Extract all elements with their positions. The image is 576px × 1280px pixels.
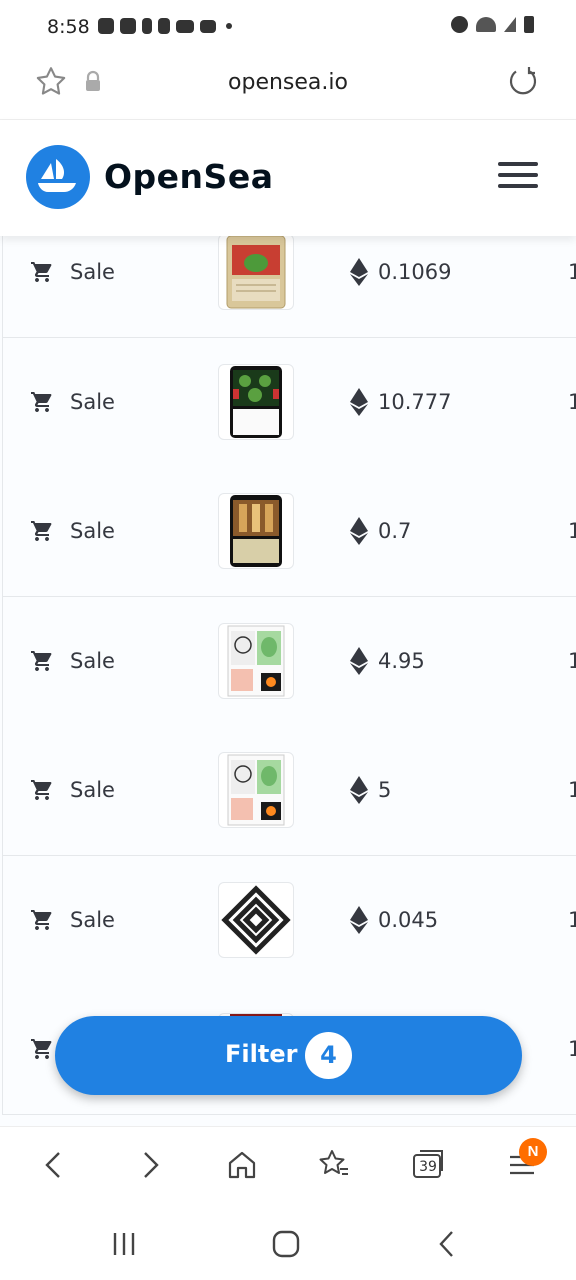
quantity-value: 1	[568, 1037, 576, 1061]
event-type: Sale	[70, 908, 115, 932]
nft-thumbnail[interactable]	[218, 236, 294, 310]
event-type: Sale	[70, 778, 115, 802]
table-row[interactable]: Sale 0.045 1	[2, 856, 576, 986]
table-row[interactable]: Sale 0.7 1	[2, 467, 576, 597]
filter-button[interactable]: Filter 4	[55, 1016, 522, 1095]
filter-count-badge: 4	[305, 1032, 352, 1079]
cart-icon	[31, 392, 52, 412]
tab-count: 39	[419, 1159, 437, 1175]
browser-url-bar: opensea.io	[0, 56, 576, 120]
ethereum-icon	[350, 517, 368, 545]
system-back-icon[interactable]	[432, 1228, 464, 1260]
forward-icon[interactable]	[130, 1145, 170, 1185]
ethereum-icon	[350, 776, 368, 804]
quantity-value: 1	[568, 649, 576, 673]
status-time: 8:58	[47, 16, 90, 38]
quantity-value: 1	[568, 908, 576, 932]
price-value: 0.045	[378, 908, 439, 932]
quantity-value: 1	[568, 778, 576, 802]
brand-name[interactable]: OpenSea	[104, 157, 273, 196]
tabs-icon[interactable]: 39	[408, 1145, 448, 1185]
signal-icon	[504, 17, 516, 32]
notification-icons	[98, 18, 232, 34]
home-button-icon[interactable]	[270, 1228, 302, 1260]
event-type: Sale	[70, 390, 115, 414]
nft-thumbnail[interactable]	[218, 364, 294, 440]
notification-badge: N	[519, 1138, 547, 1166]
wifi-icon	[476, 17, 496, 32]
dot-icon	[226, 23, 232, 29]
tiktok-icon	[158, 18, 170, 34]
price-value: 4.95	[378, 649, 425, 673]
ethereum-icon	[350, 647, 368, 675]
table-row[interactable]: Sale 0.1069 1	[2, 236, 576, 338]
pepe-card-tan-image	[226, 236, 286, 309]
discord-icon	[120, 18, 136, 34]
system-nav-bar	[0, 1206, 576, 1280]
nft-thumbnail[interactable]	[218, 623, 294, 699]
pepe-card-dark-image	[230, 366, 282, 438]
cart-icon	[31, 1039, 52, 1059]
nft-thumbnail[interactable]	[218, 493, 294, 569]
opensea-logo-icon[interactable]	[26, 145, 90, 209]
quantity-value: 1	[568, 260, 576, 284]
menu-icon[interactable]	[498, 162, 538, 192]
quantity-value: 1	[568, 519, 576, 543]
home-icon[interactable]	[222, 1145, 262, 1185]
nft-thumbnail[interactable]	[218, 752, 294, 828]
price-value: 10.777	[378, 390, 452, 414]
youtube-icon	[176, 19, 194, 33]
recent-apps-icon[interactable]	[108, 1228, 140, 1260]
system-status-icons	[451, 16, 534, 33]
site-header: OpenSea	[0, 120, 576, 236]
cart-icon	[31, 780, 52, 800]
url-text[interactable]: opensea.io	[0, 70, 576, 95]
table-row[interactable]: Sale 4.95 1	[2, 597, 576, 727]
back-icon[interactable]	[34, 1145, 74, 1185]
table-row[interactable]: Sale 10.777 1	[2, 338, 576, 468]
nft-thumbnail[interactable]	[218, 882, 294, 958]
ethereum-icon	[350, 906, 368, 934]
cart-icon	[31, 521, 52, 541]
status-bar: 8:58	[0, 0, 576, 56]
activity-list: Sale 0.1069 1 Sale 10.777 1 Sale 0.7 1 S…	[0, 236, 576, 1126]
church-card-image	[230, 495, 282, 567]
cart-icon	[31, 262, 52, 282]
ethereum-icon	[350, 258, 368, 286]
event-type: Sale	[70, 649, 115, 673]
bookmarks-icon[interactable]	[314, 1145, 354, 1185]
price-value: 5	[378, 778, 392, 802]
discord-icon	[98, 18, 114, 34]
portrait-pepe-card-image	[227, 754, 285, 826]
alarm-icon	[451, 16, 468, 33]
cart-icon	[31, 910, 52, 930]
quantity-value: 1	[568, 390, 576, 414]
event-type: Sale	[70, 519, 115, 543]
portrait-pepe-card-image	[227, 625, 285, 697]
twitter-icon	[200, 19, 216, 33]
price-value: 0.1069	[378, 260, 452, 284]
event-type: Sale	[70, 260, 115, 284]
ethereum-icon	[350, 388, 368, 416]
reload-icon[interactable]	[506, 64, 540, 98]
browser-toolbar: 39	[0, 1126, 576, 1206]
phone-icon	[142, 18, 152, 34]
cart-icon	[31, 651, 52, 671]
filter-label: Filter	[225, 1040, 298, 1068]
price-value: 0.7	[378, 519, 412, 543]
table-row[interactable]: Sale 5 1	[2, 726, 576, 856]
geometric-knot-image	[221, 885, 291, 955]
battery-icon	[524, 16, 534, 33]
